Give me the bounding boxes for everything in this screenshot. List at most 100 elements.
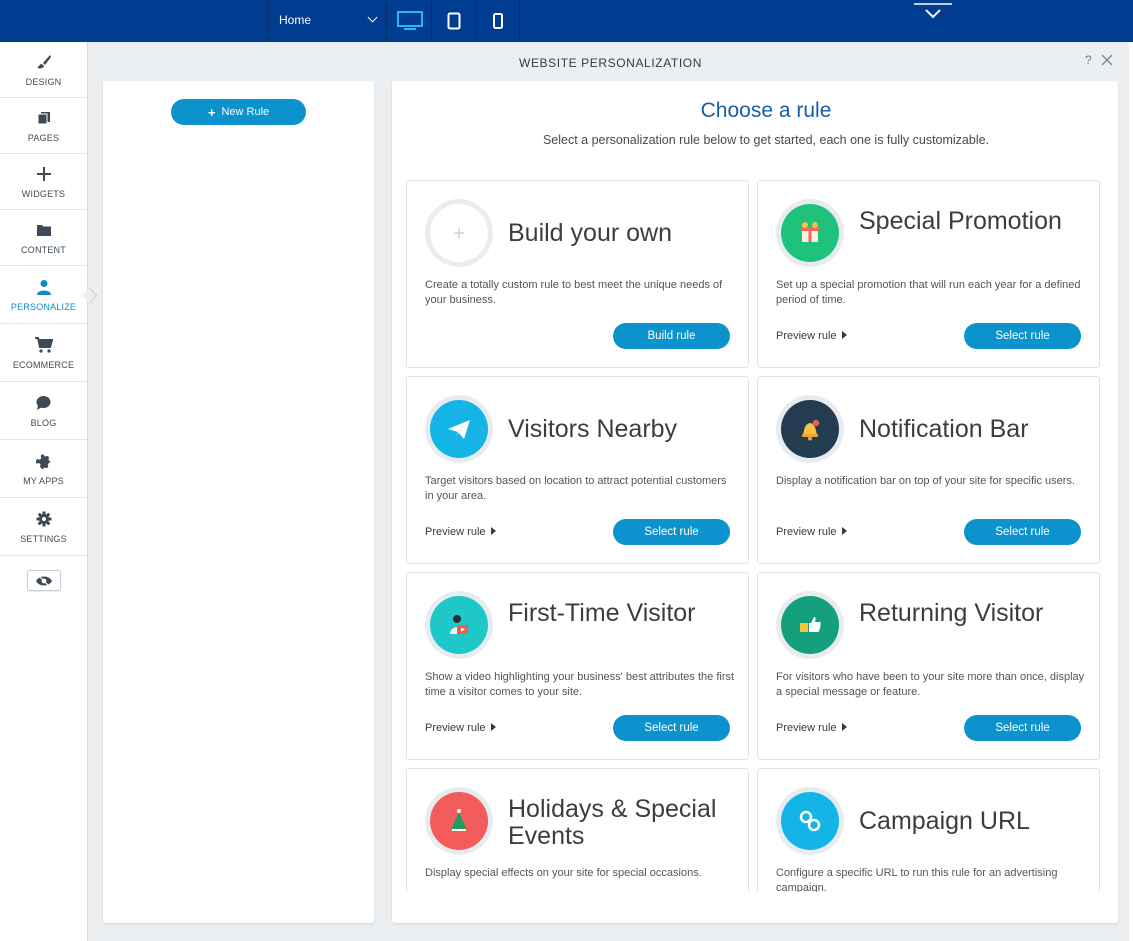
card-description: Display special effects on your site for…: [425, 867, 702, 879]
plus-icon: [36, 165, 51, 183]
sidebar-item-pages[interactable]: PAGES: [0, 98, 87, 154]
card-description: For visitors who have been to your site …: [776, 671, 1085, 698]
preview-rule-link[interactable]: Preview rule: [776, 722, 847, 734]
panel-title: WEBSITE PERSONALIZATION: [519, 56, 702, 70]
card-description: Set up a special promotion that will run…: [776, 279, 1081, 306]
preview-rule-link[interactable]: Preview rule: [776, 526, 847, 538]
select-rule-button[interactable]: Select rule: [964, 519, 1081, 545]
top-bar: Home: [0, 0, 1133, 42]
gear-icon: [36, 510, 52, 528]
thumbs-up-icon: [776, 591, 844, 659]
sidebar-item-label: SETTINGS: [20, 533, 67, 544]
sidebar-item-label: ECOMMERCE: [12, 359, 75, 370]
select-rule-button[interactable]: Select rule: [964, 323, 1081, 349]
preview-rule-label: Preview rule: [425, 526, 486, 538]
desktop-view-button[interactable]: [388, 0, 432, 42]
plus-icon: +: [207, 104, 216, 120]
sidebar-item-widgets[interactable]: WIDGETS: [0, 154, 87, 210]
preview-rule-link[interactable]: Preview rule: [776, 330, 847, 342]
rule-card-visitors-nearby: Visitors Nearby Target visitors based on…: [406, 376, 749, 564]
sidebar-item-blog[interactable]: BLOG: [0, 382, 87, 440]
close-icon[interactable]: [1101, 54, 1113, 66]
card-description: Display a notification bar on top of you…: [776, 475, 1075, 487]
chat-bubble-icon: [36, 394, 51, 412]
preview-rule-link[interactable]: Preview rule: [425, 526, 496, 538]
card-description: Target visitors based on location to att…: [425, 475, 727, 502]
paintbrush-icon: [36, 53, 52, 71]
sidebar-item-ecommerce[interactable]: ECOMMERCE: [0, 324, 87, 382]
rule-card-notification-bar: Notification Bar Display a notification …: [757, 376, 1100, 564]
bell-icon: [776, 395, 844, 463]
sidebar-item-content[interactable]: CONTENT: [0, 210, 87, 266]
play-arrow-icon: [490, 527, 496, 535]
card-title: Campaign URL: [859, 807, 1030, 835]
card-title: Build your own: [508, 219, 672, 247]
page-selector[interactable]: Home: [268, 0, 387, 42]
rule-card-special-promotion: Special Promotion Set up a special promo…: [757, 180, 1100, 368]
card-title: First-Time Visitor: [508, 599, 696, 627]
rule-card-returning-visitor: Returning Visitor For visitors who have …: [757, 572, 1100, 760]
sidebar-item-label: CONTENT: [21, 244, 66, 255]
select-rule-button[interactable]: Select rule: [964, 715, 1081, 741]
play-arrow-icon: [841, 723, 847, 731]
page-title: Choose a rule: [700, 99, 832, 122]
preview-toggle-button[interactable]: [27, 570, 61, 591]
card-title: Holidays & Special Events: [508, 795, 717, 850]
puzzle-icon: [35, 452, 52, 470]
preview-rule-label: Preview rule: [425, 722, 486, 734]
page-selector-value: Home: [279, 13, 312, 27]
left-sidebar: DESIGN PAGES WIDGETS CONTENT PERSONALIZE…: [0, 42, 88, 941]
sidebar-item-personalize[interactable]: PERSONALIZE: [0, 266, 87, 324]
tablet-icon: [447, 12, 460, 30]
rule-cards-grid: Build your own Create a totally custom r…: [392, 180, 1118, 892]
play-arrow-icon: [841, 331, 847, 339]
link-icon: [776, 787, 844, 855]
rule-card-first-time-visitor: First-Time Visitor Show a video highligh…: [406, 572, 749, 760]
tree-icon: [425, 787, 493, 855]
rule-card-build-your-own: Build your own Create a totally custom r…: [406, 180, 749, 368]
card-title: Special Promotion: [859, 207, 1062, 235]
preview-rule-label: Preview rule: [776, 330, 837, 342]
mobile-icon: [492, 13, 503, 29]
card-description: Create a totally custom rule to best mee…: [425, 279, 723, 306]
collapse-arrow-icon[interactable]: [914, 2, 952, 24]
pages-icon: [37, 109, 51, 127]
play-arrow-icon: [490, 723, 496, 731]
card-description: Show a video highlighting your business'…: [425, 671, 735, 698]
eye-icon: [36, 574, 52, 587]
sidebar-item-label: PERSONALIZE: [10, 301, 77, 312]
new-rule-label: New Rule: [221, 106, 270, 118]
sidebar-item-label: BLOG: [30, 417, 57, 428]
sidebar-item-label: DESIGN: [25, 76, 62, 87]
paper-plane-icon: [425, 395, 493, 463]
preview-rule-label: Preview rule: [776, 722, 837, 734]
help-button[interactable]: ?: [1085, 53, 1092, 67]
preview-rule-link[interactable]: Preview rule: [425, 722, 496, 734]
select-rule-button[interactable]: Select rule: [613, 715, 730, 741]
chevron-down-icon: [367, 12, 378, 23]
folder-icon: [36, 221, 51, 239]
video-person-icon: [425, 591, 493, 659]
sidebar-item-my-apps[interactable]: MY APPS: [0, 440, 87, 498]
card-title: Visitors Nearby: [508, 415, 678, 443]
sidebar-item-design[interactable]: DESIGN: [0, 42, 87, 98]
mobile-view-button[interactable]: [476, 0, 520, 42]
sidebar-item-label: MY APPS: [23, 475, 64, 486]
cart-icon: [34, 336, 53, 354]
build-rule-button[interactable]: Build rule: [613, 323, 730, 349]
tablet-view-button[interactable]: [432, 0, 476, 42]
person-icon: [36, 278, 51, 296]
scrollbar[interactable]: [1129, 42, 1133, 941]
new-rule-button[interactable]: + New Rule: [171, 99, 306, 125]
rule-card-campaign-url: Campaign URL Configure a specific URL to…: [757, 768, 1100, 892]
select-rule-button[interactable]: Select rule: [613, 519, 730, 545]
card-title: Returning Visitor: [859, 599, 1044, 627]
rule-chooser-panel: Choose a rule Select a personalization r…: [392, 81, 1118, 923]
sidebar-item-settings[interactable]: SETTINGS: [0, 498, 87, 556]
page-subtitle: Select a personalization rule below to g…: [542, 133, 990, 147]
play-arrow-icon: [841, 527, 847, 535]
card-title: Notification Bar: [859, 415, 1029, 443]
preview-rule-label: Preview rule: [776, 526, 837, 538]
plus-circle-icon: [425, 199, 493, 267]
card-description: Configure a specific URL to run this rul…: [776, 867, 1058, 892]
